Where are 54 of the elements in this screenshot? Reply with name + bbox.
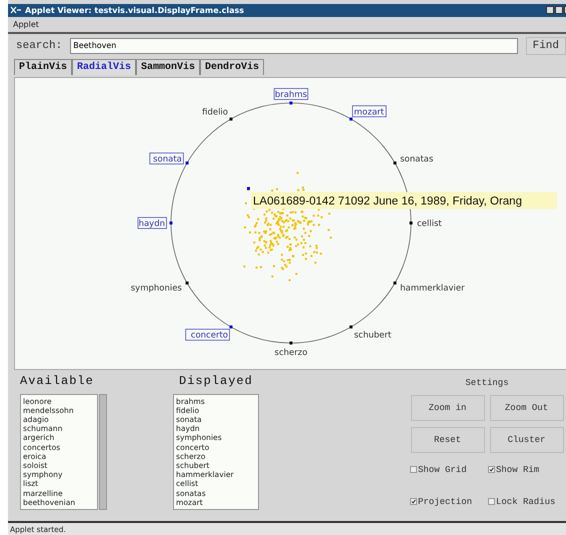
checkbox-label: Projection: [418, 496, 472, 507]
node-marker[interactable]: [230, 117, 232, 120]
search-label: search:: [16, 40, 62, 52]
keyword-label: sonatas: [400, 154, 434, 164]
settings-button[interactable]: Cluster: [490, 426, 564, 453]
node-marker[interactable]: [410, 221, 412, 224]
scrollbar[interactable]: [99, 394, 107, 510]
node-marker[interactable]: [230, 325, 232, 328]
keyword-label: hammerklavier: [400, 283, 465, 294]
keyword-label: scherzo: [274, 348, 308, 358]
keyword-label: cellist: [417, 218, 442, 229]
node-marker[interactable]: [186, 281, 189, 284]
keyword-label: sonata: [149, 152, 184, 164]
find-button[interactable]: Find: [526, 36, 566, 55]
node-marker[interactable]: [290, 341, 292, 344]
menu-item[interactable]: Applet: [13, 20, 39, 29]
keyword-label: fidelio: [202, 107, 228, 118]
checkbox[interactable]: [488, 466, 495, 474]
maximize-button[interactable]: [555, 6, 563, 14]
node-marker[interactable]: [350, 117, 352, 120]
window-title: Applet Viewer: testvis.visual.DisplayFrame.class: [25, 6, 246, 15]
node-marker[interactable]: [350, 325, 352, 328]
keyword-label: schubert: [354, 330, 392, 341]
list-title: Displayed: [179, 374, 254, 388]
checkbox[interactable]: [410, 466, 417, 474]
keyword-label: concerto: [185, 328, 230, 341]
list-title: Available: [20, 374, 95, 388]
tab[interactable]: DendroVis: [200, 58, 264, 75]
checkbox[interactable]: [410, 498, 417, 506]
checkbox-label: Show Grid: [418, 464, 467, 475]
checkbox-label: Lock Radius: [496, 496, 556, 507]
window-menu-icon[interactable]: [10, 6, 22, 14]
keyword-label: haydn: [138, 216, 167, 229]
node-marker[interactable]: [290, 101, 292, 104]
keyword-label: symphonies: [130, 283, 182, 294]
node-marker[interactable]: [170, 221, 172, 224]
tooltip: LA061689-0142 71092 June 16, 1989, Friday, Orang: [251, 192, 557, 209]
node-marker[interactable]: [393, 281, 396, 284]
search-field[interactable]: Beethoven: [70, 38, 518, 54]
node-marker[interactable]: [393, 161, 396, 164]
keyword-label: brahms: [274, 88, 308, 100]
tab[interactable]: PlainVis: [14, 58, 72, 75]
checkbox-label: Show Rim: [496, 464, 540, 475]
checkbox[interactable]: [488, 498, 495, 506]
settings-button[interactable]: Zoom Out: [490, 394, 564, 421]
settings-title: Settings: [465, 378, 509, 388]
tab[interactable]: RadialVis: [72, 58, 136, 75]
minimize-button[interactable]: [546, 6, 554, 14]
settings-button[interactable]: Zoom in: [410, 394, 484, 421]
settings-button[interactable]: Reset: [410, 426, 484, 453]
keyword-label: mozart: [352, 105, 386, 118]
radial-canvas[interactable]: brahms fidelio mozart sonata sonatas LA061689-0142 71092 June 16, 1989, Friday, Orang haydn cellist symphonies hammerklavier concerto schubert scherzo: [14, 76, 566, 370]
tab[interactable]: SammonVis: [136, 58, 200, 75]
node-marker[interactable]: [186, 161, 189, 164]
